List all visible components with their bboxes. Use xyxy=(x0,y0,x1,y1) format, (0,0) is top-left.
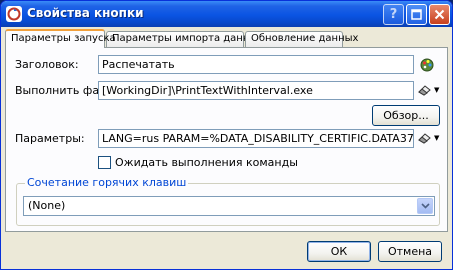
hotkey-selected-value: (None) xyxy=(28,199,66,212)
help-button[interactable]: ? xyxy=(383,4,404,25)
properties-dialog: Свойства кнопки ? Параметры запуска Пара… xyxy=(0,0,453,270)
tab-launch-params[interactable]: Параметры запуска xyxy=(5,29,116,48)
hotkey-group: Сочетание горячих клавиш (None) xyxy=(16,176,440,226)
hotkey-select[interactable]: (None) xyxy=(23,196,435,216)
close-icon xyxy=(434,9,445,20)
wait-checkbox[interactable] xyxy=(98,156,111,169)
tab-import-params[interactable]: Параметры импорта данных xyxy=(106,31,263,47)
window-title: Свойства кнопки xyxy=(27,6,144,20)
maximize-button[interactable] xyxy=(406,4,427,25)
params-insert-button[interactable] xyxy=(416,129,434,147)
chevron-down-icon xyxy=(420,203,430,209)
tab-panel: Заголовок: Распечатать Выполнить файл: [… xyxy=(5,47,448,232)
browse-button[interactable]: Обзор... xyxy=(372,105,440,126)
wait-label[interactable]: Ожидать выполнения команды xyxy=(115,156,298,169)
params-input[interactable]: LANG=rus PARAM=%DATA_DISABILITY_CERTIFIC… xyxy=(98,129,414,148)
execute-file-input[interactable]: [WorkingDir]\PrintTextWithInterval.exe xyxy=(98,81,414,100)
ok-button[interactable]: ОК xyxy=(307,241,371,262)
caption-input[interactable]: Распечатать xyxy=(98,55,414,74)
close-button[interactable] xyxy=(429,4,450,25)
cancel-button[interactable]: Отмена xyxy=(378,241,442,262)
tab-data-update[interactable]: Обновление данных xyxy=(245,31,358,47)
app-icon xyxy=(6,6,22,22)
help-icon: ? xyxy=(389,7,398,22)
caption-label: Заголовок: xyxy=(15,58,79,71)
palette-icon xyxy=(420,58,434,72)
maximize-icon xyxy=(411,9,422,20)
params-label: Параметры: xyxy=(15,132,85,145)
execute-dropdown-arrow-icon[interactable]: ▼ xyxy=(434,86,439,94)
caption-style-button[interactable] xyxy=(418,55,436,73)
eraser-icon xyxy=(418,133,431,144)
hotkey-dropdown-button[interactable] xyxy=(417,198,433,214)
hotkey-group-title: Сочетание горячих клавиш xyxy=(25,176,189,189)
eraser-icon xyxy=(418,85,431,96)
execute-insert-button[interactable] xyxy=(416,81,434,99)
title-bar[interactable]: Свойства кнопки ? xyxy=(1,1,452,27)
params-dropdown-arrow-icon[interactable]: ▼ xyxy=(434,134,439,142)
